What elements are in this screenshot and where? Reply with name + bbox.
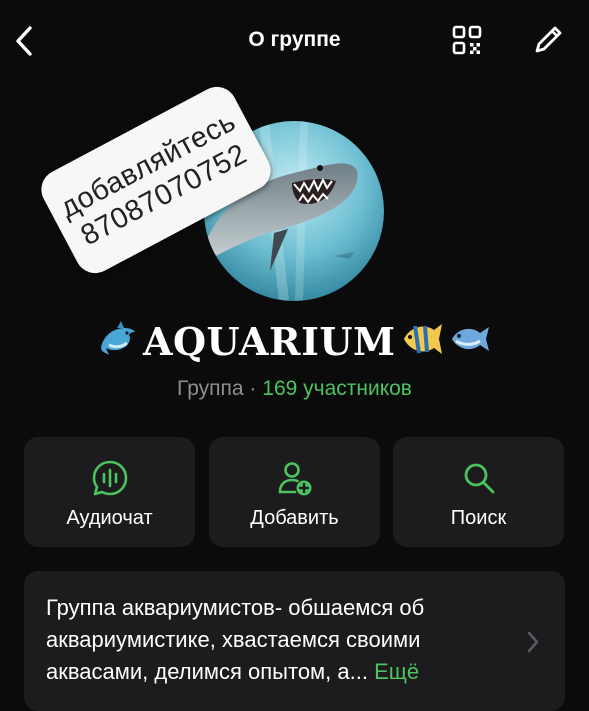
search-button[interactable]: Поиск [393,437,564,547]
add-member-icon [278,462,311,496]
tropical-fish-emoji-icon [400,318,444,365]
audio-chat-icon [92,460,127,496]
chevron-left-icon [16,26,32,56]
audio-chat-button[interactable]: Аудиочат [24,437,195,547]
group-description[interactable]: Группа аквариумистов- обшаемся об аквари… [24,571,565,711]
description-text: Группа аквариумистов- обшаемся об аквари… [46,595,425,684]
group-title: AQUARIUM [142,319,396,364]
search-label: Поиск [450,507,507,529]
member-count[interactable]: 169 участников [262,377,412,400]
subtitle-separator: · [243,377,263,400]
audio-chat-label: Аудиочат [66,507,153,529]
add-member-label: Добавить [250,507,339,529]
fish-emoji-icon [448,321,492,362]
pencil-icon [535,26,562,53]
page-title: О группе [248,28,341,51]
dolphin-emoji-icon [97,318,139,365]
show-more-link[interactable]: Ещё [374,659,419,684]
top-bar: О группе [0,0,589,82]
group-name: AQUARIUM [0,318,589,370]
chevron-right-icon [527,631,539,653]
group-subtitle: Группа · 169 участников [0,377,589,401]
group-type: Группа [177,377,244,400]
search-icon [464,463,494,494]
qr-code-icon [452,25,482,55]
add-member-button[interactable]: Добавить [209,437,380,547]
back-button[interactable] [8,22,42,60]
edit-button[interactable] [528,20,568,60]
qr-code-button[interactable] [448,22,486,60]
